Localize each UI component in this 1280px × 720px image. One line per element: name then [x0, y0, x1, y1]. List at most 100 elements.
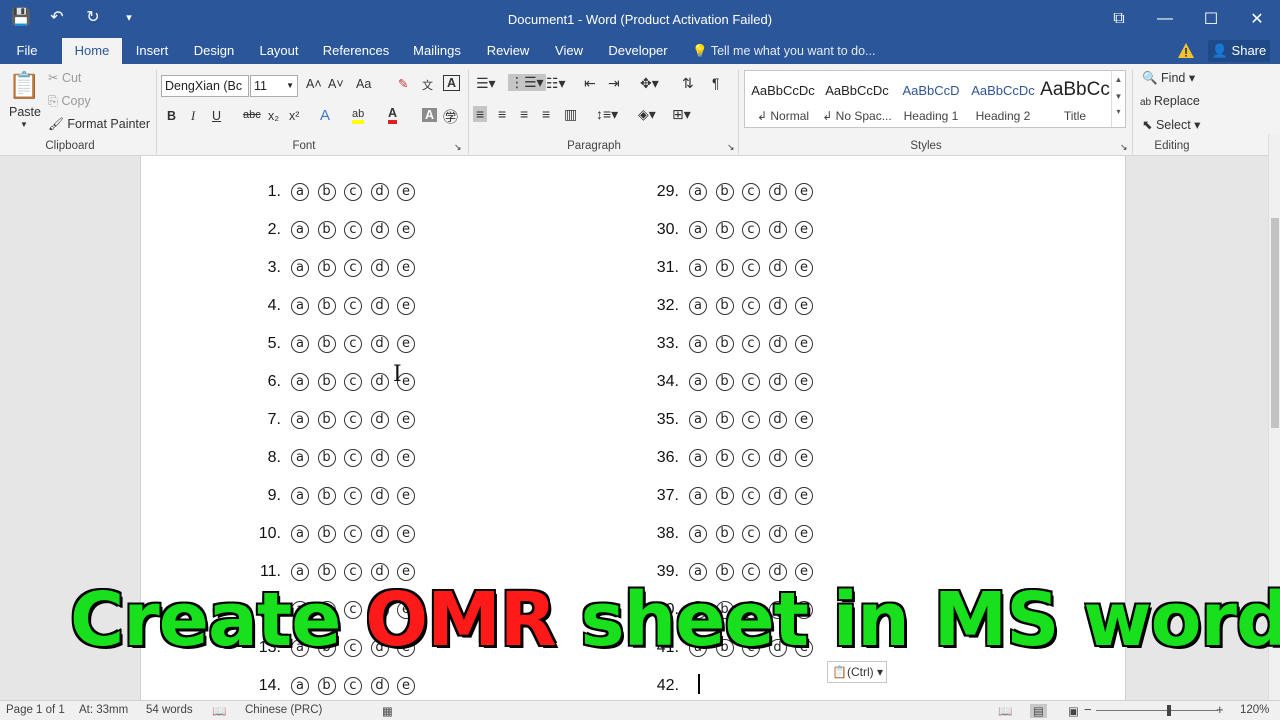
borders-icon[interactable]: ⊞▾	[672, 106, 691, 123]
copy-button[interactable]: ⎘ Copy	[48, 94, 91, 109]
tab-home[interactable]: Home	[62, 38, 122, 64]
paste-dropdown-icon[interactable]: ▼	[20, 120, 28, 129]
tab-file[interactable]: File	[4, 38, 50, 64]
language[interactable]: Chinese (PRC)	[245, 704, 322, 716]
change-case-button[interactable]: Aa	[356, 77, 371, 91]
tab-design[interactable]: Design	[186, 38, 242, 64]
cursor-position[interactable]: At: 33mm	[79, 704, 128, 716]
web-layout-icon[interactable]: ▣	[1068, 704, 1079, 718]
option-bubble-d: d	[768, 449, 787, 467]
bullets-icon[interactable]: ☰▾	[476, 75, 496, 92]
scroll-thumb[interactable]	[1271, 218, 1279, 428]
tab-view[interactable]: View	[548, 38, 590, 64]
superscript-button[interactable]: x²	[289, 109, 299, 123]
scroll-up-icon[interactable]: ▲	[1112, 75, 1125, 84]
question-number: 1.	[267, 183, 281, 200]
word-count[interactable]: 54 words	[146, 704, 193, 716]
subscript-button[interactable]: x₂	[268, 109, 279, 123]
text-effects-button[interactable]: A	[320, 107, 330, 124]
proofing-icon[interactable]: 📖	[212, 704, 226, 718]
sort-icon[interactable]: ⇅	[682, 75, 694, 92]
tab-insert[interactable]: Insert	[128, 38, 176, 64]
zoom-slider-thumb[interactable]	[1167, 705, 1172, 716]
paste-icon[interactable]: 📋	[8, 70, 40, 100]
phonetic-guide-icon[interactable]: 文	[422, 77, 433, 93]
font-dialog-launcher-icon[interactable]: ↘	[454, 142, 462, 153]
scroll-down-icon[interactable]: ▼	[1112, 92, 1125, 101]
caption-part-3: sheet in MS word	[555, 576, 1280, 665]
underline-button[interactable]: U	[212, 109, 221, 123]
asian-layout-icon[interactable]: ✥▾	[640, 75, 659, 92]
share-button[interactable]: 👤 Share	[1208, 40, 1270, 62]
align-left-icon[interactable]: ≡	[473, 106, 488, 122]
increase-indent-icon[interactable]: ⇥	[608, 75, 620, 92]
line-spacing-icon[interactable]: ↕≡▾	[596, 106, 618, 123]
option-bubble-c: c	[344, 525, 362, 543]
font-name-box[interactable]: DengXian (Bc	[161, 75, 249, 97]
ribbon-display-options-icon[interactable]: ⧉	[1096, 0, 1142, 38]
font-size-box[interactable]: 11 ▼	[250, 75, 298, 97]
clear-formatting-icon[interactable]: ✎	[398, 76, 408, 91]
font-color-button[interactable]: A	[388, 106, 398, 124]
styles-dialog-launcher-icon[interactable]: ↘	[1120, 142, 1128, 153]
show-formatting-icon[interactable]: ¶	[712, 75, 720, 91]
zoom-out-button[interactable]: −	[1084, 702, 1092, 717]
paragraph-dialog-launcher-icon[interactable]: ↘	[727, 142, 735, 153]
option-bubble-c: c	[344, 449, 362, 467]
tab-references[interactable]: References	[318, 38, 394, 64]
minimize-button[interactable]: —	[1142, 0, 1188, 38]
zoom-slider[interactable]	[1096, 710, 1218, 711]
style-title[interactable]: AaBbCc Title	[1039, 71, 1111, 127]
format-painter-button[interactable]: 🖌 Format Painter	[48, 117, 150, 132]
styles-scroll[interactable]: ▲ ▼ ▾	[1111, 71, 1125, 127]
italic-button[interactable]: I	[191, 109, 195, 124]
tab-layout[interactable]: Layout	[252, 38, 306, 64]
align-center-icon[interactable]: ≡	[498, 106, 506, 122]
highlight-color-button[interactable]: ab	[352, 108, 365, 124]
numbering-icon[interactable]: ⋮☰▾	[508, 74, 546, 91]
option-bubble-b: b	[317, 525, 336, 543]
justify-icon[interactable]: ≡	[542, 106, 550, 122]
strikethrough-button[interactable]: abc	[243, 109, 261, 121]
grow-font-button[interactable]: A˄	[306, 77, 322, 91]
align-right-icon[interactable]: ≡	[520, 106, 528, 122]
maximize-button[interactable]: ☐	[1188, 0, 1234, 38]
print-layout-icon[interactable]: ▤	[1030, 704, 1047, 718]
read-mode-icon[interactable]: 📖	[998, 704, 1012, 718]
close-button[interactable]: ✕	[1234, 0, 1280, 38]
enclose-characters-icon[interactable]: ㊫	[443, 106, 458, 127]
paste-button[interactable]: Paste	[9, 105, 41, 119]
option-bubble-a: a	[689, 449, 707, 467]
zoom-level[interactable]: 120%	[1240, 704, 1269, 716]
option-bubble-e: e	[795, 297, 813, 315]
character-shading-button[interactable]: A	[422, 108, 438, 122]
page-count[interactable]: Page 1 of 1	[6, 704, 65, 716]
shrink-font-button[interactable]: A˅	[328, 77, 344, 91]
character-border-icon[interactable]: A	[443, 75, 461, 91]
bold-button[interactable]: B	[167, 109, 176, 123]
style-heading-1[interactable]: AaBbCcD Heading 1	[895, 71, 967, 127]
tell-me-search[interactable]: 💡 Tell me what you want to do...	[692, 38, 875, 64]
decrease-indent-icon[interactable]: ⇤	[584, 75, 596, 92]
tab-developer[interactable]: Developer	[602, 38, 674, 64]
style-heading-2[interactable]: AaBbCcDc Heading 2	[967, 71, 1039, 127]
question-row: 32. a b c d e	[649, 294, 822, 318]
tab-mailings[interactable]: Mailings	[406, 38, 468, 64]
cut-button[interactable]: ✂ Cut	[48, 70, 81, 85]
shading-icon[interactable]: ◈▾	[638, 106, 656, 123]
distributed-icon[interactable]: ▥	[564, 106, 577, 123]
more-styles-icon[interactable]: ▾	[1112, 107, 1125, 116]
macro-record-icon[interactable]: ▦	[382, 704, 393, 718]
tab-review[interactable]: Review	[480, 38, 536, 64]
replace-button[interactable]: ab Replace	[1140, 94, 1200, 108]
style-normal[interactable]: AaBbCcDc ↲ Normal	[747, 71, 819, 127]
zoom-in-button[interactable]: +	[1216, 702, 1224, 717]
warning-icon[interactable]	[1177, 42, 1195, 60]
find-button[interactable]: 🔍 Find ▾	[1142, 70, 1195, 86]
question-row: 2. a b c d e	[251, 218, 424, 242]
select-button[interactable]: ⬉ Select ▾	[1142, 117, 1200, 132]
multilevel-list-icon[interactable]: ☷▾	[546, 75, 566, 92]
style-no-spacing[interactable]: AaBbCcDc ↲ No Spac...	[821, 71, 893, 127]
separator	[156, 70, 157, 154]
option-bubble-a: a	[689, 411, 707, 429]
